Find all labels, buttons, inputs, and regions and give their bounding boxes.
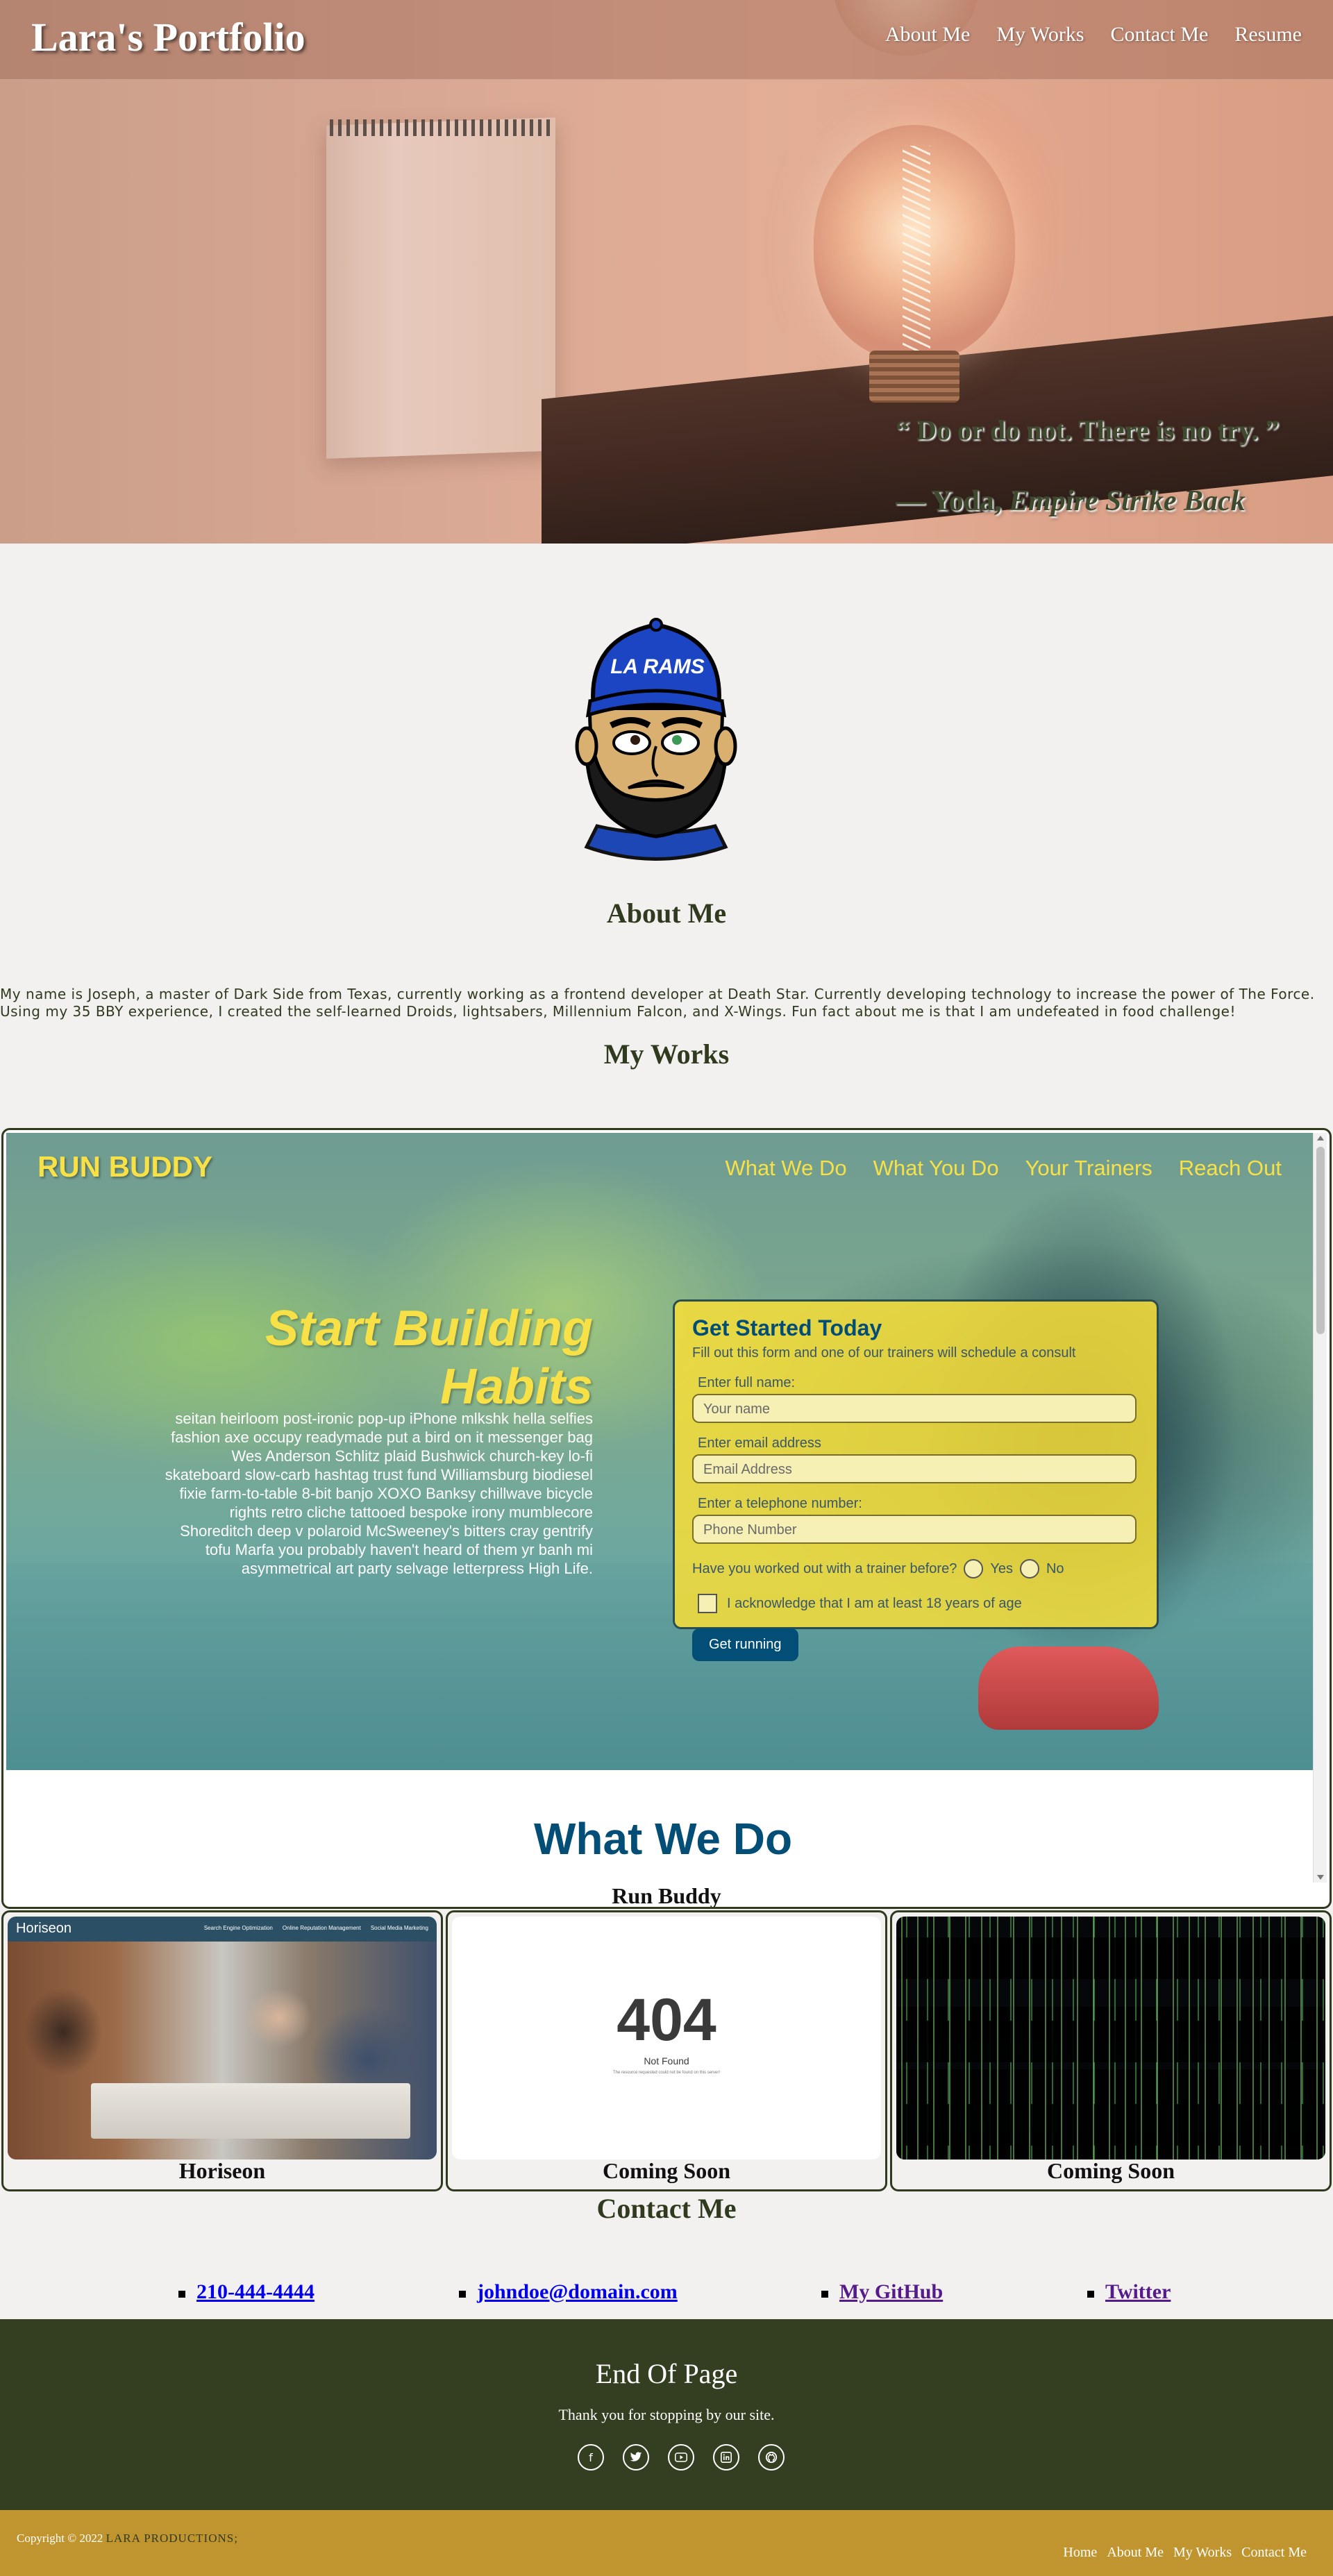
phone-label: Enter a telephone number: [698,1496,862,1511]
copyright-prefix: Copyright © 2022 [17,2532,103,2545]
project-card-horiseon[interactable]: Horiseon Search Engine Optimization Onli… [1,1910,443,2191]
horiseon-nav-item: Social Media Marketing [370,1925,428,1931]
not-found-message: The resource requested could not be foun… [612,2071,721,2075]
run-buddy-signup-form: Get Started Today Fill out this form and… [673,1299,1159,1661]
run-buddy-nav-what-we-do[interactable]: What We Do [725,1156,846,1181]
social-links: f [578,2444,785,2470]
contact-item: My GitHub [821,2280,943,2304]
trainer-yes-radio[interactable] [964,1559,984,1579]
footer-nav-home[interactable]: Home [1063,2545,1097,2561]
copyright-org: LARA PRODUCTIONS; [106,2532,238,2545]
form-subtitle: Fill out this form and one of our traine… [692,1345,1076,1361]
contact-item: Twitter [1087,2280,1171,2304]
hero-quote-attribution: — Yoda, Empire Strike Back [896,485,1246,518]
footer-nav-my-works[interactable]: My Works [1173,2545,1232,2561]
preview-scrollbar[interactable] [1313,1133,1327,1883]
horiseon-screenshot: Horiseon Search Engine Optimization Onli… [8,1917,437,2160]
contact-item: 210-444-4444 [178,2280,315,2304]
github-icon[interactable] [758,2444,785,2470]
name-input[interactable]: Your name [692,1394,1137,1423]
run-buddy-preview[interactable]: RUN BUDDY What We Do What You Do Your Tr… [6,1133,1320,1883]
hero-banner: Lara's Portfolio About Me My Works Conta… [0,0,1333,544]
twitter-link[interactable]: Twitter [1105,2280,1171,2303]
project-caption-run-buddy[interactable]: Run Buddy [3,1883,1330,1907]
trainer-question-row: Have you worked out with a trainer befor… [692,1559,1139,1579]
matrix-code-screenshot [896,1917,1325,2160]
phone-link[interactable]: 210-444-4444 [196,2280,315,2303]
facebook-icon[interactable]: f [578,2444,604,2470]
trainer-no-radio[interactable] [1019,1559,1039,1579]
featured-project-run-buddy[interactable]: RUN BUDDY What We Do What You Do Your Tr… [1,1128,1332,1909]
not-found-screenshot: 404 Not Found The resource requested cou… [452,1917,881,2160]
nav-my-works[interactable]: My Works [996,23,1084,47]
name-label: Enter full name: [698,1375,796,1390]
attribution-work: Empire Strike Back [1008,485,1246,517]
twitter-icon[interactable] [623,2444,649,2470]
project-card-coming-soon-2[interactable]: Coming Soon [890,1910,1332,2191]
phone-input[interactable]: Phone Number [692,1515,1137,1544]
footer-nav-about-me[interactable]: About Me [1107,2545,1164,2561]
about-heading: About Me [606,898,727,929]
footer-nav-contact-me[interactable]: Contact Me [1241,2545,1307,2561]
project-card-coming-soon-1[interactable]: 404 Not Found The resource requested cou… [446,1910,887,2191]
email-input[interactable]: Email Address [692,1454,1137,1483]
footer-nav: Home About Me My Works Contact Me [1063,2545,1307,2561]
attribution-prefix: — Yoda, [896,485,1009,517]
scroll-up-arrow-icon[interactable] [1317,1136,1324,1140]
run-buddy-nav-what-you-do[interactable]: What You Do [873,1156,999,1181]
avatar-cap-logo: LA RAMS [610,655,705,678]
scrollbar-thumb[interactable] [1316,1147,1325,1334]
linkedin-icon[interactable] [713,2444,739,2470]
github-link[interactable]: My GitHub [839,2280,943,2303]
run-buddy-hero-title: Start Building Habits [265,1301,593,1415]
project-caption-horiseon[interactable]: Horiseon [3,2158,441,2184]
works-heading: My Works [603,1038,730,1070]
trainer-question: Have you worked out with a trainer befor… [692,1560,957,1576]
horiseon-logo: Horiseon [16,1921,72,1936]
hero-quote: “ Do or do not. There is no try. ” [896,414,1280,446]
run-buddy-hero-text: seitan heirloom post-ironic pop-up iPhon… [165,1410,593,1577]
run-buddy-nav-your-trainers[interactable]: Your Trainers [1025,1156,1152,1181]
nav-resume[interactable]: Resume [1234,23,1302,47]
site-brand[interactable]: Lara's Portfolio [31,14,305,60]
age-acknowledge-label: I acknowledge that I am at least 18 year… [727,1595,1022,1611]
copyright: Copyright © 2022 LARA PRODUCTIONS; [17,2532,238,2545]
run-buddy-section-heading: What We Do [533,1814,793,1864]
not-found-title: Not Found [644,2055,689,2066]
site-footer: End Of Page Thank you for stopping by ou… [0,2319,1333,2510]
get-running-button[interactable]: Get running [692,1628,798,1661]
site-bottom-bar: Copyright © 2022 LARA PRODUCTIONS; Home … [0,2510,1333,2576]
nav-contact-me[interactable]: Contact Me [1111,23,1209,47]
contact-heading: Contact Me [596,2193,737,2224]
horiseon-nav-item: Online Reputation Management [282,1925,361,1931]
project-caption-coming-soon-1[interactable]: Coming Soon [448,2158,885,2184]
run-buddy-logo[interactable]: RUN BUDDY [37,1150,212,1184]
youtube-icon[interactable] [668,2444,694,2470]
trainer-no-label: No [1046,1560,1064,1576]
main-nav: About Me My Works Contact Me Resume [885,23,1302,47]
not-found-code: 404 [617,1987,716,2053]
avatar: LA RAMS [575,618,737,861]
form-title: Get Started Today [692,1315,882,1340]
project-caption-coming-soon-2[interactable]: Coming Soon [892,2158,1330,2184]
age-acknowledge-row: I acknowledge that I am at least 18 year… [698,1594,1139,1613]
email-label: Enter email address [698,1436,821,1451]
footer-title: End Of Page [595,2358,738,2389]
contact-item: johndoe@domain.com [459,2280,678,2304]
trainer-yes-label: Yes [990,1560,1013,1576]
age-acknowledge-checkbox[interactable] [698,1594,717,1613]
horiseon-nav-item: Search Engine Optimization [203,1925,273,1931]
site-header: Lara's Portfolio About Me My Works Conta… [0,0,1333,80]
horiseon-nav: Search Engine Optimization Online Reputa… [204,1925,428,1931]
run-buddy-nav: What We Do What You Do Your Trainers Rea… [725,1156,1282,1181]
footer-thanks: Thank you for stopping by our site. [558,2406,775,2423]
contact-list: 210-444-4444 johndoe@domain.com My GitHu… [0,2280,1333,2308]
email-link[interactable]: johndoe@domain.com [477,2280,678,2303]
about-paragraph: My name is Joseph, a master of Dark Side… [0,986,1315,1020]
nav-about-me[interactable]: About Me [885,23,971,47]
run-buddy-nav-reach-out[interactable]: Reach Out [1179,1156,1282,1181]
scroll-down-arrow-icon[interactable] [1317,1875,1324,1880]
